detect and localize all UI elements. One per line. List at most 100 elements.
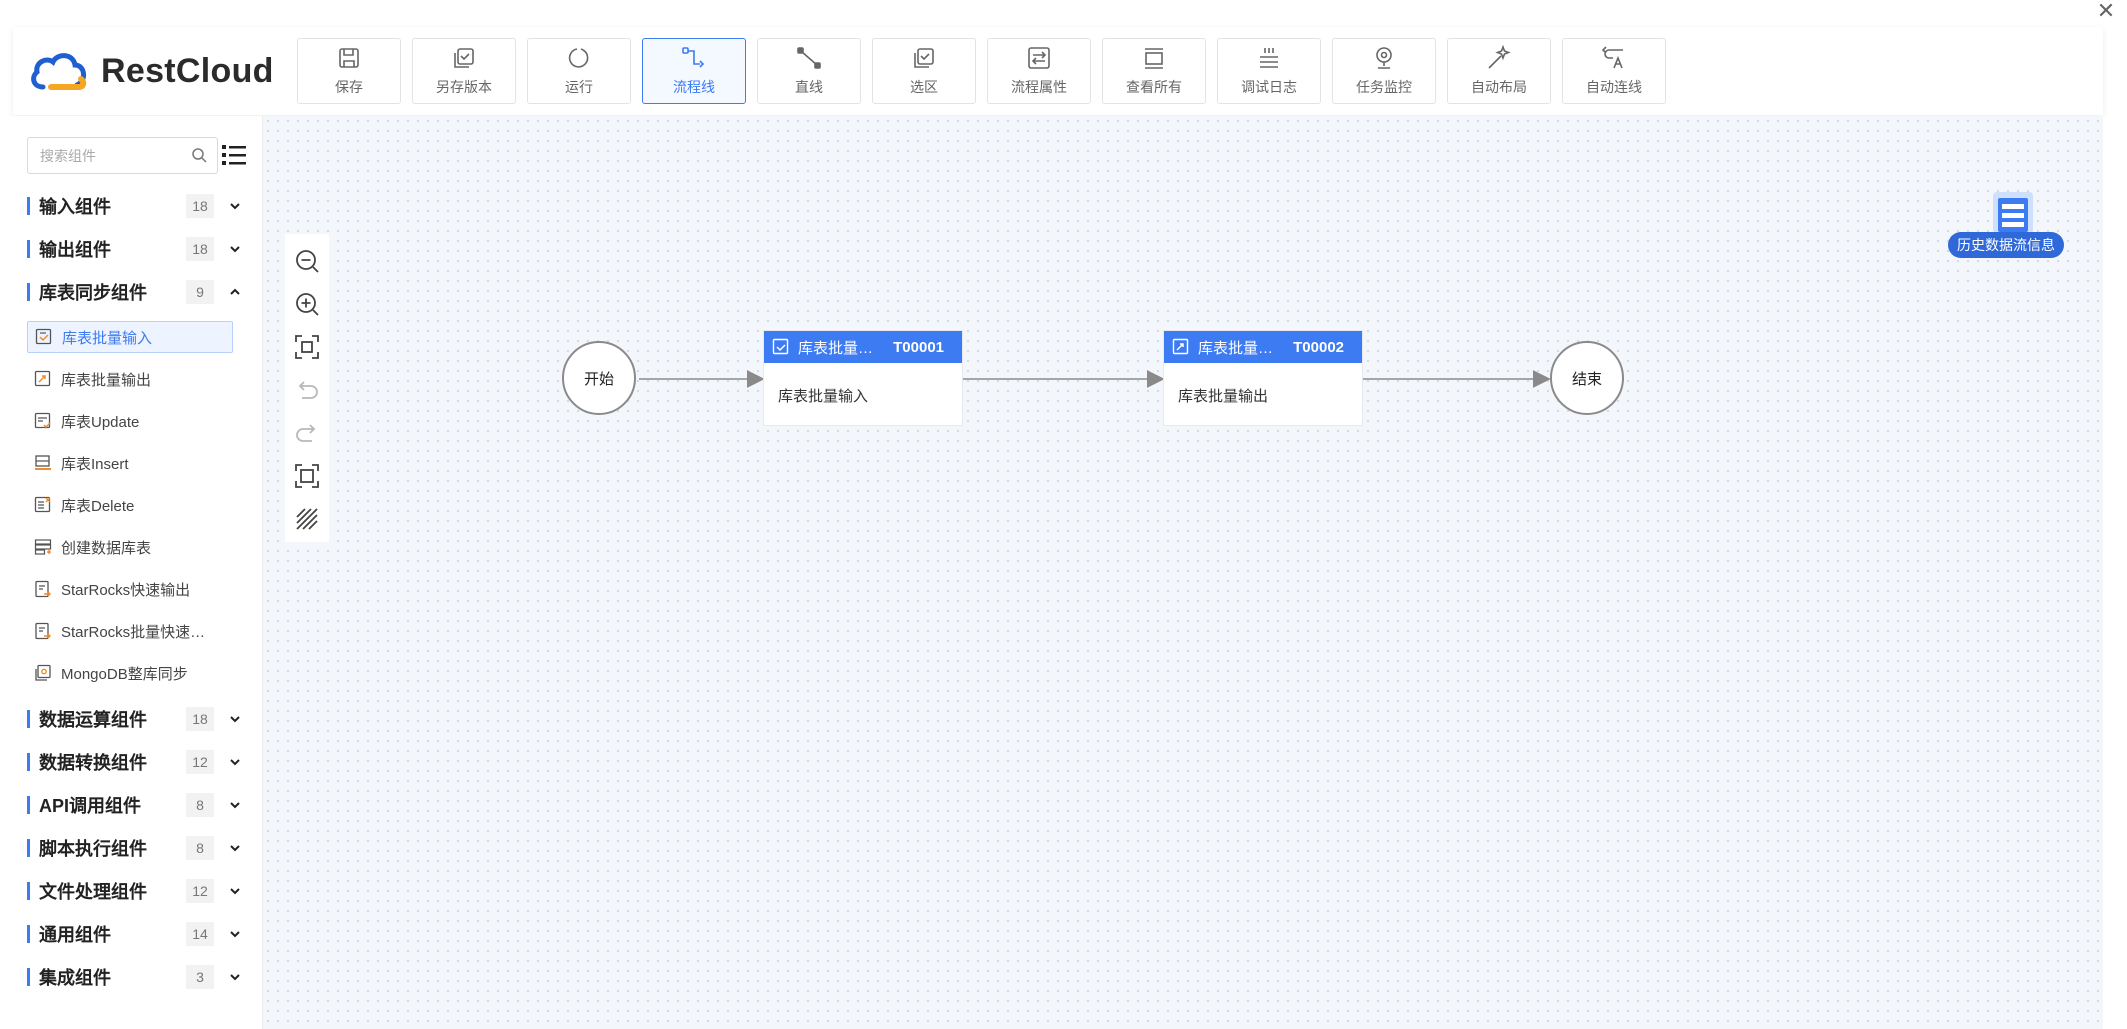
selection-icon	[914, 48, 934, 68]
group-count: 12	[186, 750, 214, 774]
table-batch-output-icon	[1172, 338, 1189, 355]
history-dataflow-button[interactable]: 历史数据流信息	[1948, 188, 2074, 260]
task-node-header: 库表批量… T00002	[1164, 331, 1362, 363]
task-node-t00001[interactable]: 库表批量… T00001 库表批量输入	[764, 331, 962, 425]
task-node-title: 库表批量…	[798, 339, 874, 357]
component-item-label: 库表Delete	[61, 497, 135, 515]
group-name: API调用组件	[39, 796, 142, 816]
component-item-table-batch-output[interactable]: 库表批量输出	[27, 363, 233, 395]
task-node-body: 库表批量输出	[1178, 388, 1269, 405]
search-input[interactable]	[28, 138, 190, 173]
save-version-icon	[454, 48, 474, 68]
component-item-table-delete[interactable]: 库表Delete	[27, 489, 233, 521]
component-item-label: 库表Update	[61, 413, 140, 431]
group-marker	[27, 968, 30, 986]
component-item-label: 库表Insert	[61, 455, 129, 473]
flow-canvas[interactable]: 开始 库表批量… T00001 库表批量输入 库表批量… T00002 库表批量…	[263, 116, 2103, 1029]
component-item-table-update[interactable]: 库表Update	[27, 405, 233, 437]
search-icon[interactable]	[191, 147, 207, 163]
component-item-label: 库表批量输入	[62, 329, 153, 347]
component-item-label: MongoDB整库同步	[61, 665, 188, 683]
component-item-label: 库表批量输出	[61, 371, 152, 389]
table-batch-input-icon	[35, 328, 52, 345]
straight-line-button-label: 直线	[795, 79, 823, 95]
group-name: 库表同步组件	[39, 283, 147, 303]
group-integration-components[interactable]: 集成组件 3	[27, 964, 242, 990]
auto-layout-icon	[1488, 45, 1511, 69]
flow-line-button[interactable]: 流程线	[642, 38, 746, 104]
database-icon	[1993, 192, 2033, 234]
group-marker	[27, 240, 30, 258]
task-node-header: 库表批量… T00001	[764, 331, 962, 363]
group-table-sync-components[interactable]: 库表同步组件 9	[27, 279, 242, 305]
task-monitor-button-label: 任务监控	[1356, 79, 1412, 95]
start-node[interactable]: 开始	[562, 341, 636, 415]
group-data-compute-components[interactable]: 数据运算组件 18	[27, 706, 242, 732]
logo-text: RestCloud	[101, 51, 274, 90]
group-file-components[interactable]: 文件处理组件 12	[27, 878, 242, 904]
group-data-transform-components[interactable]: 数据转换组件 12	[27, 749, 242, 775]
straight-line-button[interactable]: 直线	[757, 38, 861, 104]
view-all-button[interactable]: 查看所有	[1102, 38, 1206, 104]
group-name: 文件处理组件	[39, 882, 147, 902]
save-button[interactable]: 保存	[297, 38, 401, 104]
table-batch-output-icon	[34, 370, 51, 387]
auto-connect-button[interactable]: 自动连线	[1562, 38, 1666, 104]
component-item-mongodb-sync[interactable]: MongoDB整库同步	[27, 657, 233, 689]
starrocks-output-icon	[35, 580, 51, 598]
component-item-label: StarRocks批量快速…	[61, 623, 206, 641]
auto-connect-icon	[1601, 46, 1623, 69]
debug-log-button[interactable]: 调试日志	[1217, 38, 1321, 104]
save-version-button[interactable]: 另存版本	[412, 38, 516, 104]
flow-properties-button[interactable]: 流程属性	[987, 38, 1091, 104]
group-count: 8	[186, 836, 214, 860]
component-item-starrocks-fast-output[interactable]: StarRocks快速输出	[27, 573, 233, 605]
run-button-label: 运行	[565, 79, 593, 95]
group-general-components[interactable]: 通用组件 14	[27, 921, 242, 947]
group-count: 18	[186, 194, 214, 218]
task-node-body: 库表批量输入	[778, 388, 869, 405]
flow-properties-button-label: 流程属性	[1011, 79, 1067, 95]
group-count: 12	[186, 879, 214, 903]
flow-line-icon	[682, 47, 705, 68]
end-node[interactable]: 结束	[1550, 341, 1624, 415]
view-all-button-label: 查看所有	[1126, 79, 1182, 95]
task-node-title: 库表批量…	[1198, 339, 1274, 357]
chevron-down-icon	[230, 759, 240, 766]
group-name: 数据转换组件	[39, 753, 147, 773]
group-api-call-components[interactable]: API调用组件 8	[27, 792, 242, 818]
debug-log-icon	[1260, 48, 1278, 68]
table-batch-input-icon	[772, 338, 789, 355]
component-item-table-batch-input[interactable]: 库表批量输入	[27, 321, 233, 353]
list-view-icon[interactable]	[222, 144, 246, 166]
cloud-logo-icon	[31, 53, 87, 90]
task-node-t00002[interactable]: 库表批量… T00002 库表批量输出	[1164, 331, 1362, 425]
auto-layout-button-label: 自动布局	[1471, 79, 1527, 95]
selection-button[interactable]: 选区	[872, 38, 976, 104]
task-monitor-button[interactable]: 任务监控	[1332, 38, 1436, 104]
group-marker	[27, 839, 30, 857]
component-item-table-insert[interactable]: 库表Insert	[27, 447, 233, 479]
component-item-create-db-table[interactable]: 创建数据库表	[27, 531, 233, 563]
component-sidebar: 输入组件 18 输出组件 18 库表同步组件 9 库表批量输入 库表批量输出 库…	[0, 116, 263, 1029]
top-header: RestCloud 保存 另存版本 运行 流程线 直线 选区 流程属性 查看所有…	[13, 27, 2103, 115]
start-node-label: 开始	[583, 370, 614, 388]
view-all-icon	[1145, 48, 1163, 69]
mongodb-sync-icon	[35, 664, 51, 681]
group-count: 18	[186, 237, 214, 261]
chevron-up-icon	[230, 288, 240, 295]
task-node-id: T00002	[1293, 338, 1344, 356]
close-icon[interactable]: ✕	[2095, 0, 2117, 22]
run-button[interactable]: 运行	[527, 38, 631, 104]
group-input-components[interactable]: 输入组件 18	[27, 193, 242, 219]
component-item-label: StarRocks快速输出	[61, 581, 191, 599]
straight-line-icon	[797, 47, 821, 69]
group-output-components[interactable]: 输出组件 18	[27, 236, 242, 262]
group-name: 集成组件	[39, 968, 111, 988]
group-count: 18	[186, 707, 214, 731]
group-script-components[interactable]: 脚本执行组件 8	[27, 835, 242, 861]
auto-layout-button[interactable]: 自动布局	[1447, 38, 1551, 104]
chevron-down-icon	[230, 203, 240, 210]
chevron-down-icon	[230, 888, 240, 895]
component-item-starrocks-batch-fast[interactable]: StarRocks批量快速…	[27, 615, 233, 647]
